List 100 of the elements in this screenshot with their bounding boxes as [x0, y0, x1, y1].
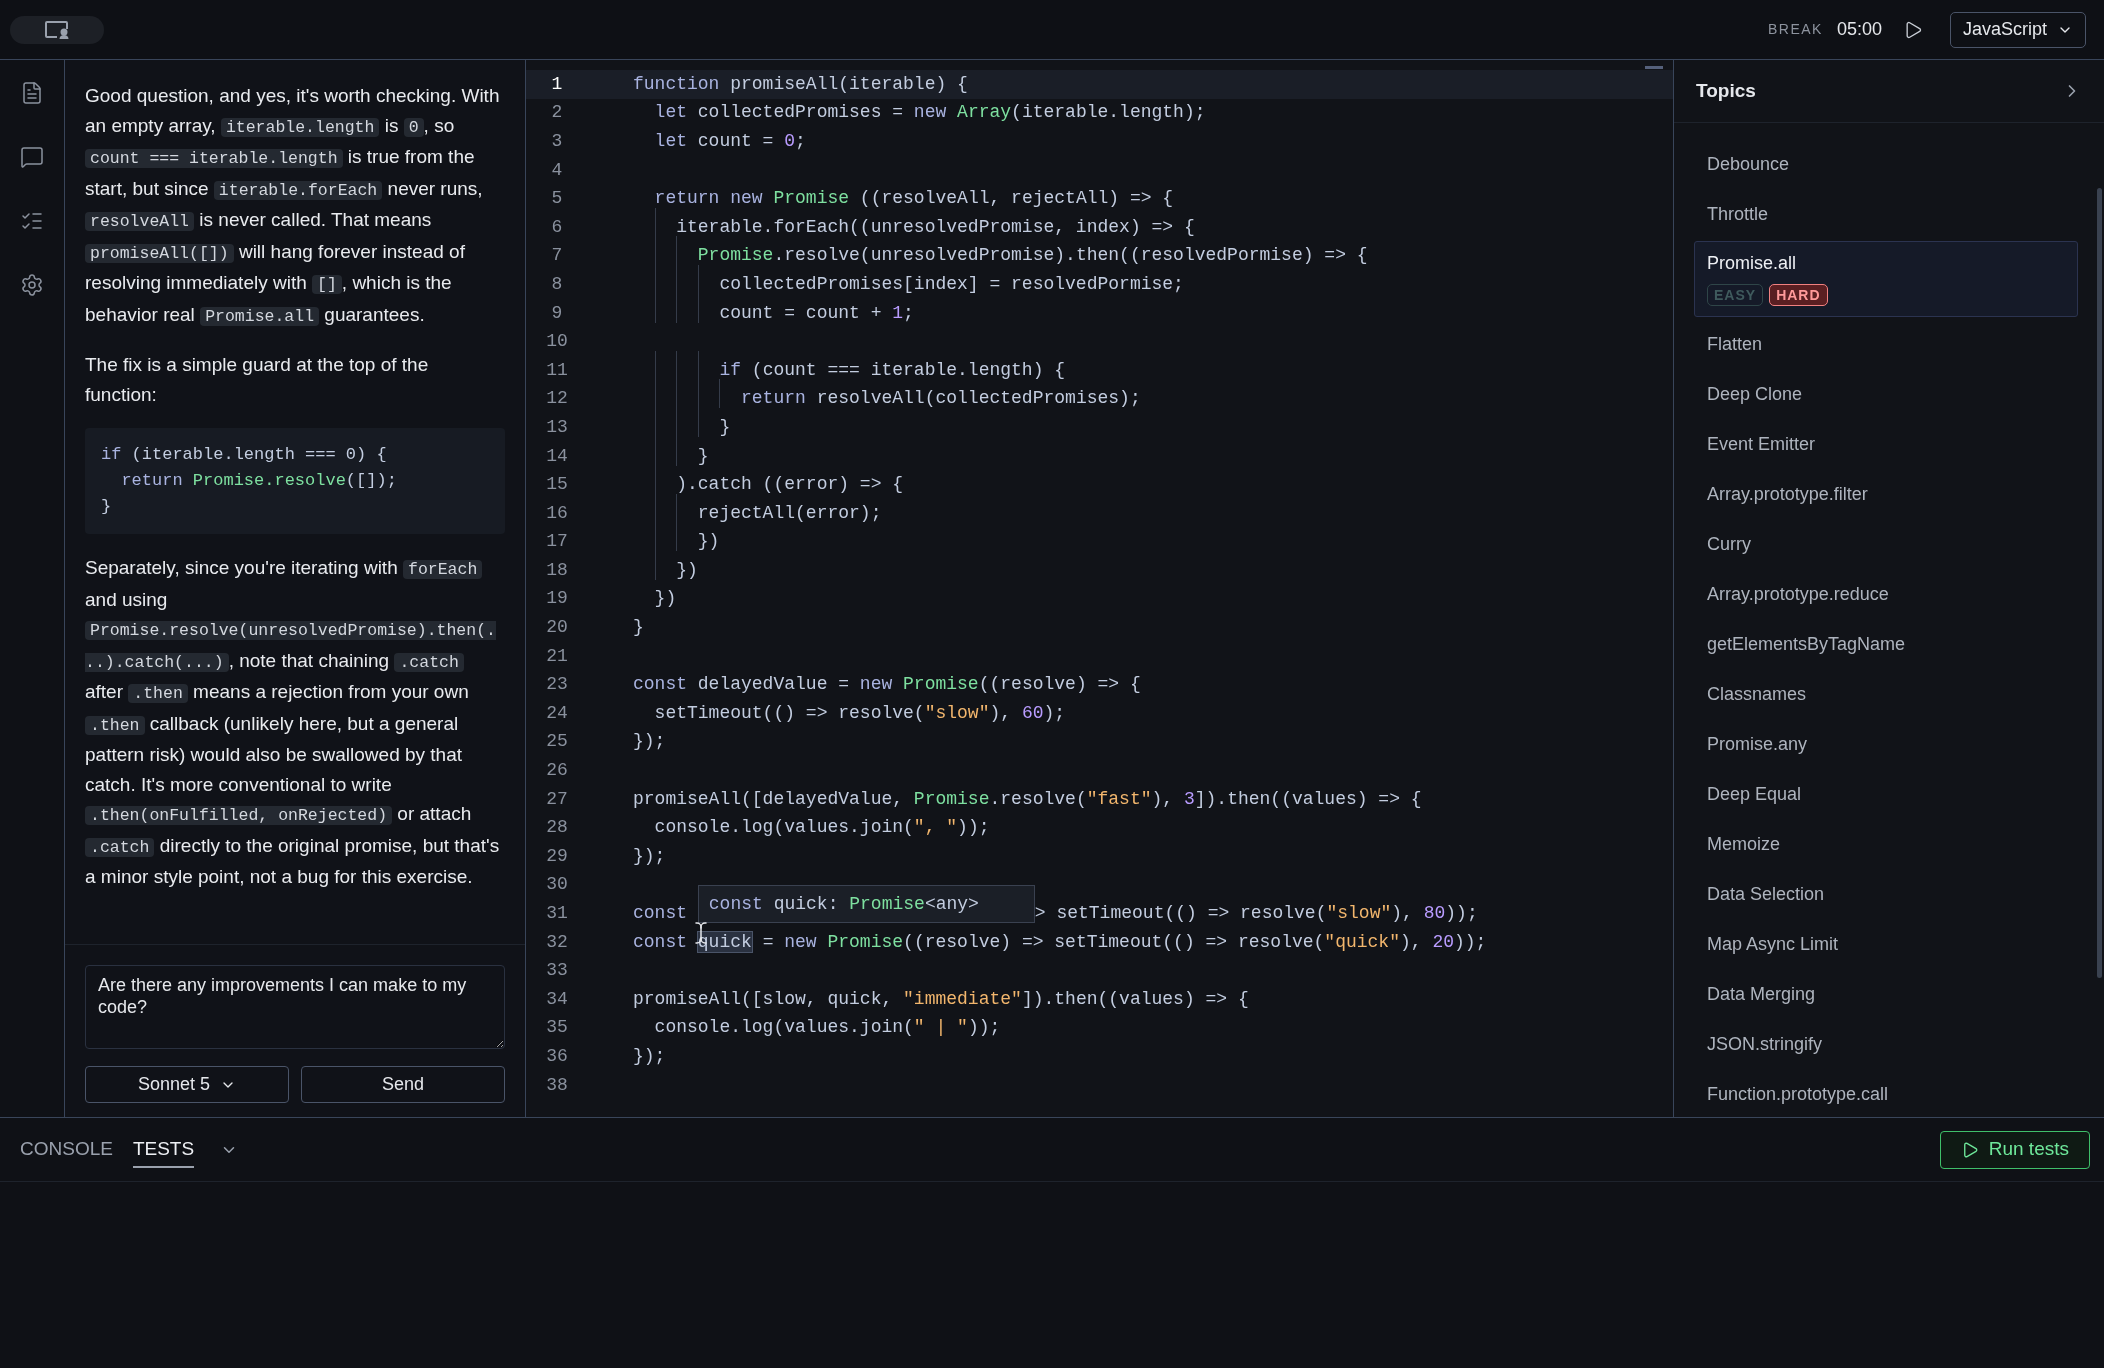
chat-message-paragraph: Separately, since you're iterating with forEach and using Promise.resolve(unresolvedPromise).then(...).catch(...) , note that chaining .catch after .then means a rejection from your own .then callback (unlikely here, but a general pattern risk) would also be swallowed by that catch. It's more conventional to write .then(onFulfilled, onRejected) or attach .catch directly to the original promise, but that's a minor style point, not a bug for this exercise. [85, 556, 501, 889]
topic-item[interactable]: getElementsByTagName [1694, 621, 2078, 667]
code-text: count = count + 1; [718, 301, 914, 325]
topic-item[interactable]: Classnames [1694, 671, 2078, 717]
line-number: 6 [550, 215, 564, 239]
line-number: 14 [545, 444, 569, 468]
topic-item[interactable]: Promise.any [1694, 721, 2078, 767]
line-number: 2 [550, 101, 564, 125]
topic-label: Curry [1707, 533, 1752, 556]
panel-tab[interactable]: CONSOLE [20, 1131, 113, 1168]
code-text: let collectedPromises = new Array(iterable.length); [653, 101, 1206, 125]
code-text: console.log(values.join(", ")); [653, 816, 990, 840]
line-number: 9 [550, 301, 564, 325]
topic-label: Flatten [1707, 333, 1764, 356]
run-tests-button[interactable]: Run tests [1939, 1130, 2090, 1169]
line-number: 1 [550, 72, 564, 96]
topic-label: Function.prototype.call [1707, 1083, 1890, 1106]
code-text: } [101, 496, 113, 518]
code-text: Promise.resolve(unresolvedPromise).then((resolvedPormise) => { [696, 244, 1368, 268]
topic-item[interactable]: Event Emitter [1694, 421, 2078, 467]
scroll-indicator [1645, 66, 1663, 69]
chat-tab[interactable] [19, 144, 45, 170]
topic-label: Promise.all [1707, 252, 1798, 275]
line-number: 33 [545, 959, 569, 983]
topic-item[interactable]: Data Selection [1694, 871, 2078, 917]
topic-label: Map Async Limit [1707, 933, 1840, 956]
code-text: return Promise.resolve([]); [120, 470, 398, 492]
line-number: 13 [545, 415, 569, 439]
difficulty-tag: HARD [1769, 284, 1828, 306]
chat-icon [20, 145, 44, 169]
code-text: collectedPromises[index] = resolvedPormise; [718, 272, 1184, 296]
code-text: setTimeout(() => resolve("slow"), 60); [653, 701, 1066, 725]
line-number: 36 [545, 1045, 569, 1068]
line-number: 29 [545, 844, 569, 868]
topic-item[interactable]: Map Async Limit [1694, 921, 2078, 967]
code-text: if (iterable.length === 0) { [101, 444, 388, 466]
line-number: 30 [545, 873, 569, 897]
hover-tooltip: const quick: Promise<any> [697, 884, 1035, 923]
topic-item[interactable]: Debounce [1694, 141, 2078, 187]
line-number: 4 [550, 158, 564, 182]
code-text: } [696, 444, 709, 468]
line-number: 38 [545, 1073, 569, 1097]
code-text: > setTimeout(() => resolve("slow"), 80)); [1034, 902, 1478, 925]
code-text: return new Promise ((resolveAll, rejectAll) => { [653, 187, 1174, 211]
model-dropdown[interactable]: Sonnet 5 [85, 1066, 289, 1103]
topic-item[interactable]: Promise.all EASY HARD [1694, 241, 2078, 317]
code-text: }); [633, 730, 666, 754]
topic-item[interactable]: Data Merging [1694, 971, 2078, 1017]
code-text: }) [675, 558, 698, 582]
topic-label: Data Merging [1707, 983, 1817, 1006]
topic-item[interactable]: JSON.stringify [1694, 1021, 2078, 1067]
topic-item[interactable]: Flatten [1694, 321, 2078, 367]
topic-label: Deep Clone [1707, 383, 1804, 406]
topic-item[interactable]: Deep Clone [1694, 371, 2078, 417]
line-number: 35 [545, 1016, 569, 1040]
line-number: 25 [545, 730, 569, 754]
topic-item[interactable]: Function.prototype.call [1694, 1071, 2078, 1117]
topic-label: Debounce [1707, 153, 1791, 176]
code-text: rejectAll(error); [696, 501, 882, 525]
topic-label: Promise.any [1707, 733, 1809, 756]
topic-item[interactable]: Array.prototype.reduce [1694, 571, 2078, 617]
line-number: 15 [545, 473, 569, 497]
line-number: 17 [545, 530, 569, 554]
line-number: 8 [550, 272, 564, 296]
code-text: const [633, 902, 688, 925]
scrollbar-thumb[interactable] [2097, 188, 2102, 978]
topic-label: Throttle [1707, 203, 1770, 226]
send-button[interactable]: Send [301, 1066, 505, 1103]
document-icon [20, 81, 44, 105]
screen-share-pill[interactable] [10, 15, 104, 44]
code-text: }) [696, 530, 720, 554]
topic-item[interactable]: Throttle [1694, 191, 2078, 237]
line-number: 12 [545, 387, 569, 411]
topic-item[interactable]: Array.prototype.filter [1694, 471, 2078, 517]
topic-label: Deep Equal [1707, 783, 1803, 806]
language-dropdown[interactable]: JavaScript [1949, 11, 2086, 48]
topic-item[interactable]: Curry [1694, 521, 2078, 567]
panel-tab[interactable]: TESTS [132, 1131, 195, 1168]
code-text: } [633, 616, 644, 640]
line-number: 19 [545, 587, 569, 611]
code-text: return resolveAll(collectedPromises); [740, 387, 1141, 411]
code-text: function promiseAll(iterable) { [633, 72, 968, 96]
line-number: 31 [545, 902, 569, 925]
code-text: const quick = new Promise((resolve) => setTimeout(() => resolve("quick"), 20)); [633, 930, 1487, 954]
line-number: 32 [545, 930, 569, 954]
line-number: 34 [545, 987, 569, 1011]
message-input[interactable]: Are there any improvements I can make to my code? [85, 965, 505, 1049]
settings-tab[interactable] [19, 272, 45, 298]
code-text: promiseAll([slow, quick, "immediate"]).then((values) => { [633, 987, 1249, 1011]
topic-label: Event Emitter [1707, 433, 1817, 456]
topic-item[interactable]: Deep Equal [1694, 771, 2078, 817]
topic-label: JSON.stringify [1707, 1033, 1824, 1056]
topic-label: Classnames [1707, 683, 1808, 706]
topics-title: Topics [1696, 78, 1756, 103]
line-number: 18 [545, 558, 569, 582]
topic-label: Memoize [1707, 833, 1782, 856]
settings-icon [20, 273, 44, 297]
topic-item[interactable]: Memoize [1694, 821, 2078, 867]
line-number: 23 [545, 673, 569, 697]
code-text: } [718, 415, 731, 439]
